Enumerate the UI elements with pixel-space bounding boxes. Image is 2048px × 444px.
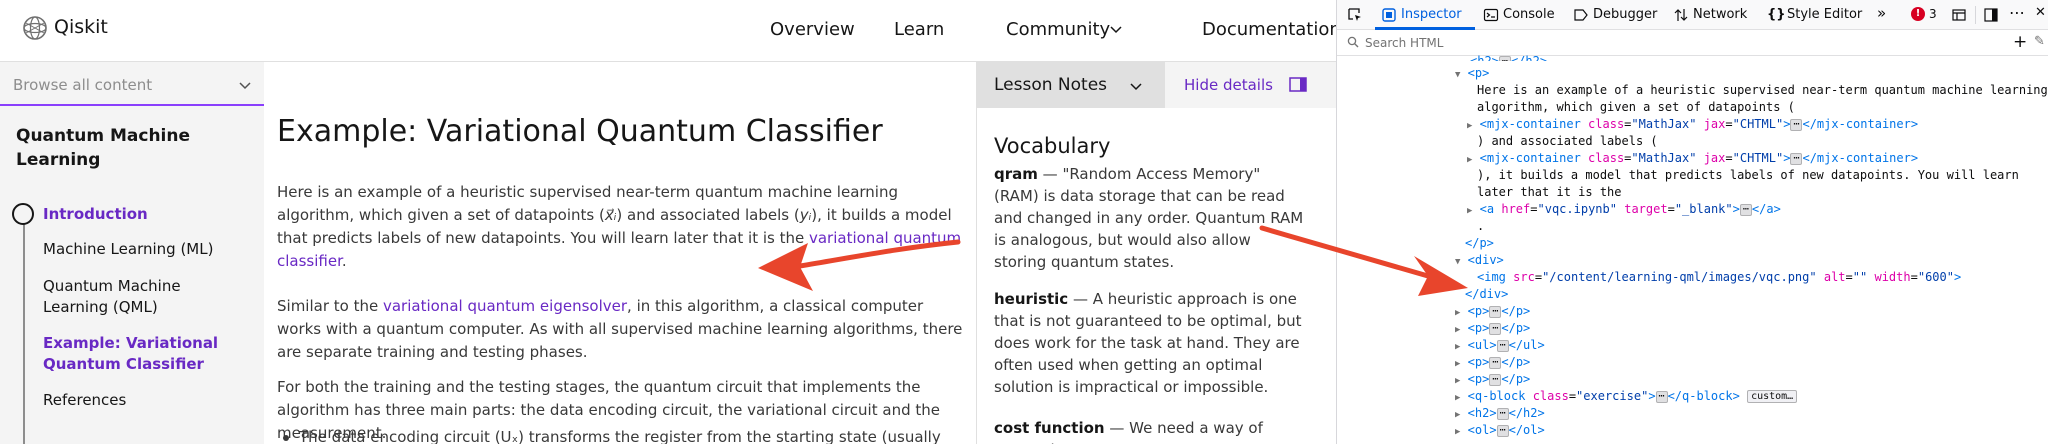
error-count: 3 <box>1929 7 1937 21</box>
tab-inspector[interactable]: Inspector <box>1401 7 1462 22</box>
lesson-notes-dropdown[interactable]: Lesson Notes <box>977 62 1165 108</box>
vocab-entry-heuristic: heuristic — A heuristic approach is one … <box>994 290 1302 396</box>
dom-text-labels: ) and associated labels ( <box>1477 134 1658 148</box>
dom-node-h2-partial[interactable]: <h2>⋯</h2> <box>1470 53 1547 61</box>
side-panel-icon[interactable] <box>1289 77 1307 92</box>
tab-debugger[interactable]: Debugger <box>1593 7 1657 22</box>
search-html-input[interactable] <box>1365 33 1965 53</box>
console-icon <box>1483 8 1499 22</box>
tab-network[interactable]: Network <box>1693 7 1747 22</box>
dom-text-builds-1: ), it builds a model that predicts label… <box>1477 168 2019 182</box>
add-node-icon[interactable]: + <box>2013 32 2027 52</box>
toc-progress-line <box>23 213 25 444</box>
dom-text-intro-1: Here is an example of a heuristic superv… <box>1477 83 2048 97</box>
vqe-paragraph: Similar to the variational quantum eigen… <box>277 297 963 361</box>
toc-item-introduction[interactable]: Introduction <box>43 204 243 225</box>
element-picker-icon[interactable] <box>1347 7 1363 23</box>
tab-style-editor[interactable]: Style Editor <box>1787 7 1862 22</box>
custom-element-badge[interactable]: custom… <box>1747 390 1798 403</box>
dom-text-builds-2: later that it is the <box>1477 185 1622 199</box>
dom-node-img[interactable]: <img src="/content/learning-qml/images/v… <box>1477 269 1961 286</box>
hide-details-button[interactable]: Hide details <box>1184 76 1273 94</box>
encoding-bullet-text: The data encoding circuit (Uₓ) transform… <box>299 428 941 444</box>
page-title: Example: Variational Quantum Classifier <box>277 114 883 149</box>
math-yi: yᵢ <box>799 206 812 224</box>
dom-text-intro-2: algorithm, which given a set of datapoin… <box>1477 100 1795 114</box>
dock-side-icon[interactable] <box>1983 7 1999 23</box>
dom-node-ol-collapsed[interactable]: ▶ <ol> ⋯ </ol> <box>1455 422 1545 441</box>
network-icon <box>1674 9 1688 21</box>
toc-item-machine-learning[interactable]: Machine Learning (ML) <box>43 239 243 260</box>
browse-label: Browse all content <box>13 76 153 94</box>
dom-node-p-close[interactable]: </p> <box>1465 235 1494 252</box>
toolbar-divider <box>1975 6 1976 24</box>
inspector-icon <box>1382 8 1396 22</box>
toc-item-references[interactable]: References <box>43 390 243 411</box>
debugger-icon <box>1574 9 1588 21</box>
chevron-down-icon <box>1130 83 1142 91</box>
course-title: Quantum Machine Learning <box>16 126 191 170</box>
chevron-down-icon[interactable] <box>1109 22 1123 36</box>
course-sidebar: Browse all content Quantum Machine Learn… <box>0 62 264 444</box>
vqe-link[interactable]: variational quantum eigensolver <box>383 297 627 315</box>
eyedropper-icon[interactable]: ✎ <box>2034 34 2045 49</box>
nav-overview[interactable]: Overview <box>770 19 855 40</box>
nav-learn[interactable]: Learn <box>894 19 944 40</box>
browse-dropdown[interactable]: Browse all content <box>0 62 264 106</box>
intro-paragraph: Here is an example of a heuristic superv… <box>277 183 962 270</box>
bullet-dot <box>283 435 289 441</box>
vocab-entry-qram: qram — "Random Access Memory" (RAM) is d… <box>994 165 1304 271</box>
search-icon <box>1347 36 1359 48</box>
qiskit-logo-icon[interactable] <box>22 15 48 41</box>
lesson-content: Example: Variational Quantum Classifier … <box>264 62 976 444</box>
devtools-toolbar: Inspector Console Debugger Network {} St… <box>1337 0 2048 30</box>
style-editor-icon: {} <box>1767 7 1786 22</box>
dom-node-div-close[interactable]: </div> <box>1465 286 1508 303</box>
settings-panel-icon[interactable] <box>1951 7 1967 23</box>
dom-node-a[interactable]: ▶ <a href="vqc.ipynb" target="_blank"> ⋯ <… <box>1467 201 1781 220</box>
devtools-panel: Inspector Console Debugger Network {} St… <box>1336 0 2048 444</box>
vocab-entry-cost-function: cost function — We need a way of measuri… <box>994 419 1263 444</box>
lesson-notes-label: Lesson Notes <box>994 75 1108 95</box>
nav-community[interactable]: Community <box>1006 19 1110 40</box>
vocabulary-heading: Vocabulary <box>994 134 1111 158</box>
lesson-notes-header: Lesson Notes Hide details <box>977 62 1337 108</box>
error-icon[interactable]: ! <box>1911 7 1925 21</box>
tab-console[interactable]: Console <box>1503 7 1555 22</box>
more-options-icon[interactable]: ⋯ <box>2009 3 2025 22</box>
lesson-notes-panel: Lesson Notes Hide details Vocabulary qra… <box>976 62 1337 444</box>
math-xi: x⃗ᵢ <box>604 206 617 224</box>
toc-item-variational-quantum-classifier[interactable]: Example: Variational Quantum Classifier <box>43 333 243 375</box>
dom-text-period: . <box>1477 219 1485 233</box>
current-step-marker <box>12 203 34 225</box>
site-header: Qiskit Overview Learn Community Document… <box>0 0 1341 62</box>
close-icon[interactable]: ✕ <box>2035 5 2046 20</box>
more-tabs-icon[interactable]: » <box>1877 4 1886 22</box>
chevron-down-icon <box>239 82 251 90</box>
nav-documentation[interactable]: Documentation <box>1202 19 1341 40</box>
logo-text[interactable]: Qiskit <box>54 16 108 38</box>
toc-item-quantum-machine-learning[interactable]: Quantum Machine Learning (QML) <box>43 276 243 318</box>
